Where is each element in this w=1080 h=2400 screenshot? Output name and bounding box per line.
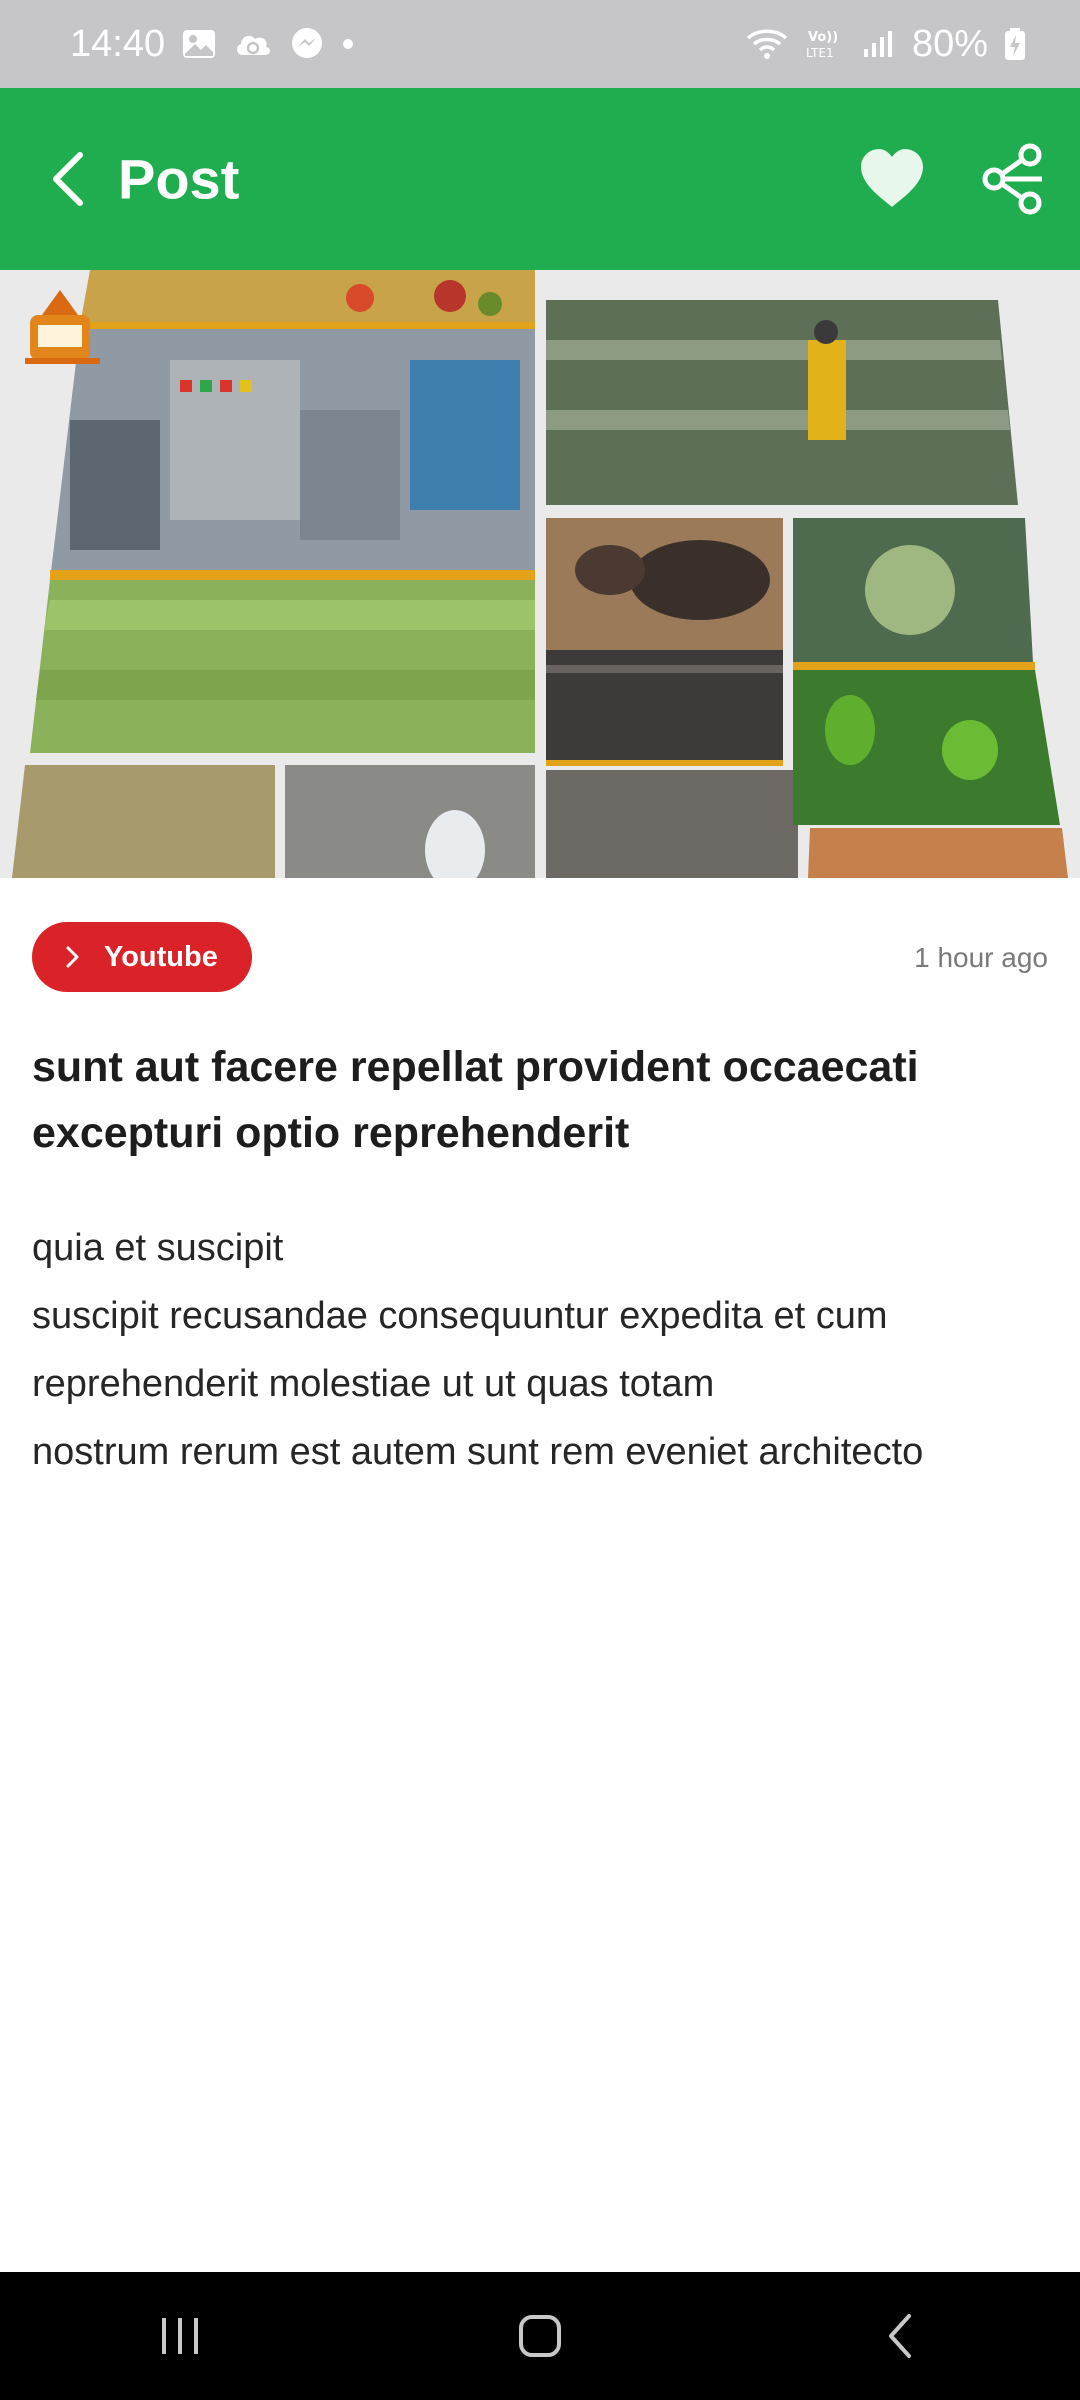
messenger-icon [289, 26, 325, 62]
heart-icon [861, 149, 923, 207]
status-left: 14:40 [70, 23, 355, 66]
dot-icon [341, 37, 355, 51]
status-time: 14:40 [70, 22, 166, 65]
back-button[interactable] [28, 139, 108, 219]
svg-text:Vo)): Vo)) [808, 30, 838, 45]
chevron-left-icon [53, 152, 83, 206]
svg-text:LTE1: LTE1 [806, 46, 834, 60]
post-image-collage [0, 270, 1080, 878]
post-title: sunt aut facere repellat provident occae… [32, 1043, 919, 1157]
recent-apps-icon [162, 2318, 198, 2354]
signal-icon [862, 29, 896, 59]
post-body: quia et suscipit suscipit recusandae con… [32, 1214, 1062, 1486]
image-icon [181, 28, 217, 60]
post-body-line: quia et suscipit [32, 1227, 284, 1269]
wifi-icon [746, 28, 788, 60]
system-back-button[interactable] [840, 2286, 960, 2386]
system-nav-bar [0, 2272, 1080, 2400]
back-icon [889, 2314, 911, 2358]
app-bar: Post [0, 88, 1080, 270]
cloud-sync-icon [233, 29, 273, 59]
post-body-line: reprehenderit molestiae ut ut quas totam [32, 1363, 715, 1405]
share-button[interactable] [974, 137, 1058, 221]
battery-percent: 80% [911, 22, 988, 65]
post-body-line: suscipit recusandae consequuntur expedit… [32, 1295, 888, 1337]
post-meta: Youtube 1 hour ago [32, 922, 1048, 992]
source-chip-button[interactable]: Youtube [32, 922, 252, 992]
chevron-right-icon [64, 945, 82, 969]
home-icon [519, 2315, 561, 2357]
source-label: Youtube [104, 940, 218, 973]
status-right: Vo)) LTE1 80% [746, 23, 1026, 66]
post-timestamp: 1 hour ago [914, 942, 1048, 973]
post-body-line: nostrum rerum est autem sunt rem eveniet… [32, 1431, 924, 1473]
volte-icon: Vo)) LTE1 [804, 27, 846, 61]
share-icon [982, 143, 1042, 215]
home-button[interactable] [480, 2286, 600, 2386]
page-title: Post [118, 147, 240, 211]
battery-charging-icon [1004, 27, 1026, 61]
post-image[interactable] [0, 270, 1080, 878]
status-bar: 14:40 Vo)) LTE1 80% [0, 0, 1080, 88]
favorite-button[interactable] [850, 137, 934, 221]
recent-apps-button[interactable] [120, 2286, 240, 2386]
